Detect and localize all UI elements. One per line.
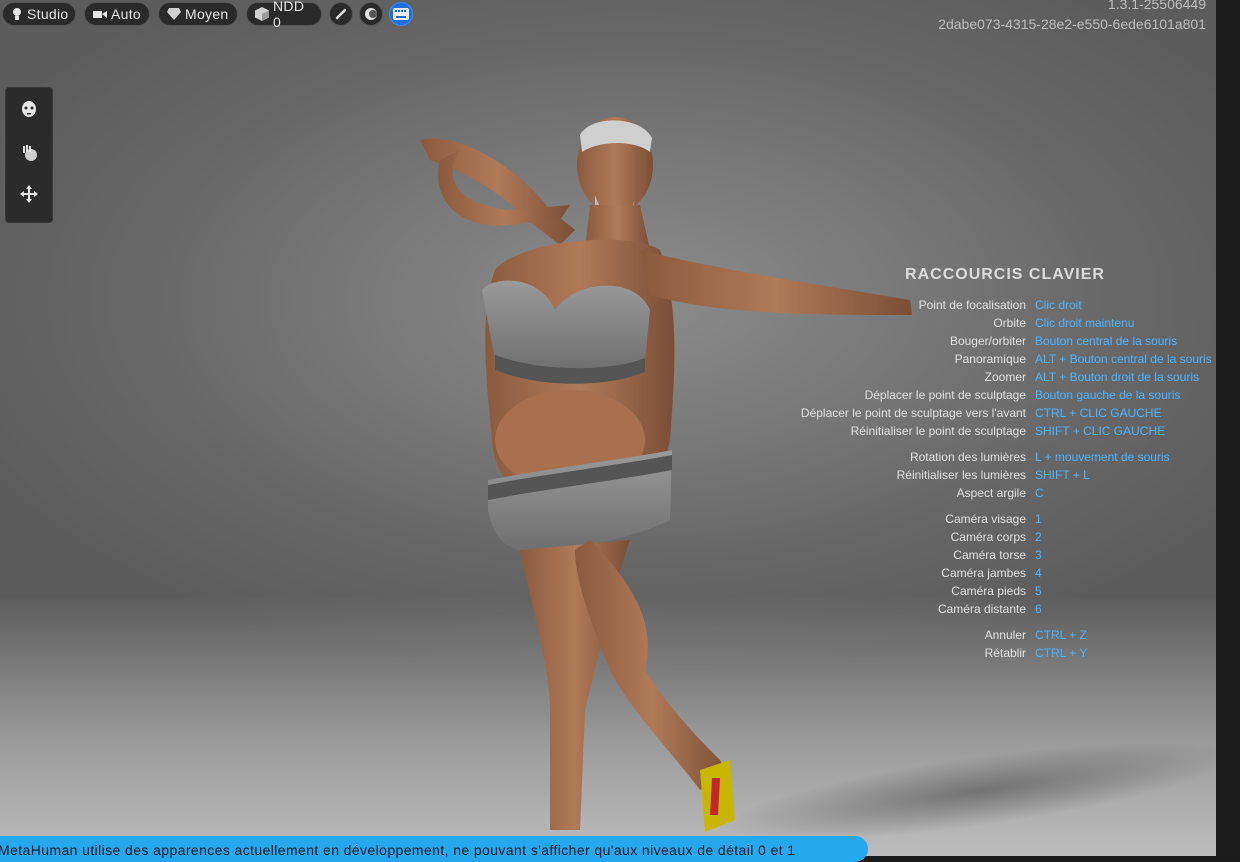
- shortcut-key: Clic droit: [1035, 298, 1082, 312]
- keyboard-shortcuts-button[interactable]: [389, 2, 413, 26]
- auto-camera-button[interactable]: Auto: [84, 2, 150, 26]
- shortcuts-title: RACCOURCIS CLAVIER: [905, 266, 1105, 283]
- quality-label: Moyen: [185, 6, 229, 22]
- shortcut-action: Aspect argile: [956, 486, 1026, 500]
- shortcut-action: Caméra distante: [937, 602, 1026, 616]
- sculpt-hand-icon: [20, 144, 38, 167]
- shortcut-key: CTRL + Z: [1035, 628, 1087, 642]
- lod-label: NDD 0: [273, 0, 305, 30]
- shortcut-key: 5: [1035, 584, 1042, 598]
- studio-button[interactable]: Studio: [2, 2, 76, 26]
- brush-icon: [334, 7, 348, 21]
- lod-button[interactable]: NDD 0: [246, 0, 322, 30]
- camera-icon: [93, 8, 107, 20]
- shortcut-key: 4: [1035, 566, 1042, 580]
- cube-icon: [255, 7, 269, 21]
- brush-tool-button[interactable]: [329, 2, 353, 26]
- build-guid: 2dabe073-4315-28e2-e550-6ede6101a801: [938, 16, 1206, 32]
- shortcut-key: 3: [1035, 548, 1042, 562]
- shortcut-key: C: [1035, 486, 1044, 500]
- move-tool-button[interactable]: [17, 184, 41, 208]
- shortcut-action: Point de focalisation: [918, 298, 1026, 312]
- shortcut-action: Rétablir: [984, 646, 1026, 660]
- shortcut-action: Orbite: [993, 316, 1026, 330]
- shortcut-key: ALT + Bouton central de la souris: [1035, 352, 1212, 366]
- light-bulb-icon: [11, 7, 23, 21]
- shortcut-action: Annuler: [984, 628, 1026, 642]
- face-icon: [21, 100, 37, 124]
- auto-label: Auto: [111, 6, 141, 22]
- shortcut-key: 1: [1035, 512, 1042, 526]
- shortcut-action: Déplacer le point de sculptage: [864, 388, 1026, 402]
- shortcut-key: 2: [1035, 530, 1042, 544]
- shortcut-action: Caméra pieds: [951, 584, 1026, 598]
- studio-label: Studio: [27, 6, 69, 22]
- shortcut-action: Caméra jambes: [941, 566, 1026, 580]
- shortcut-key: 6: [1035, 602, 1042, 616]
- diamond-icon: [167, 8, 181, 20]
- shortcut-action: Caméra corps: [950, 530, 1026, 544]
- version-info: 1.3.1-25506449 2dabe073-4315-28e2-e550-6…: [938, 0, 1206, 34]
- face-tool-button[interactable]: [17, 100, 41, 124]
- shortcut-key: Clic droit maintenu: [1035, 316, 1135, 330]
- version-number: 1.3.1-25506449: [1107, 0, 1206, 12]
- shortcut-key: Bouton central de la souris: [1035, 334, 1178, 348]
- shortcut-action: Rotation des lumières: [909, 450, 1026, 464]
- shortcut-key: ALT + Bouton droit de la souris: [1035, 370, 1199, 384]
- shortcut-key: CTRL + Y: [1035, 646, 1088, 660]
- shortcut-key: SHIFT + L: [1035, 468, 1090, 482]
- quality-button[interactable]: Moyen: [158, 2, 238, 26]
- shortcut-action: Caméra visage: [945, 512, 1026, 526]
- keyboard-icon: [393, 8, 409, 20]
- lod-warning-banner: MetaHuman utilise des apparences actuell…: [0, 836, 868, 862]
- shortcut-action: Panoramique: [954, 352, 1026, 366]
- head-lighting-icon: [364, 7, 378, 21]
- move-icon: [20, 184, 38, 208]
- shortcut-action: Réinitialiser le point de sculptage: [850, 424, 1026, 438]
- shortcut-action: Caméra torse: [953, 548, 1026, 562]
- shortcut-action: Bouger/orbiter: [949, 334, 1026, 348]
- head-lighting-button[interactable]: [359, 2, 383, 26]
- shortcut-key: L + mouvement de souris: [1035, 450, 1170, 464]
- shortcut-action: Déplacer le point de sculptage vers l'av…: [800, 406, 1026, 420]
- shortcut-key: CTRL + CLIC GAUCHE: [1035, 406, 1162, 420]
- sculpt-tool-button[interactable]: [17, 143, 41, 167]
- shortcut-action: Réinitialiser les lumières: [896, 468, 1026, 482]
- shortcut-action: Zoomer: [984, 370, 1026, 384]
- shortcut-key: Bouton gauche de la souris: [1035, 388, 1181, 402]
- shortcut-key: SHIFT + CLIC GAUCHE: [1035, 424, 1166, 438]
- scrollbar-strip: [1216, 0, 1240, 856]
- left-tool-panel: [6, 88, 52, 222]
- 3d-viewport[interactable]: [0, 0, 1216, 856]
